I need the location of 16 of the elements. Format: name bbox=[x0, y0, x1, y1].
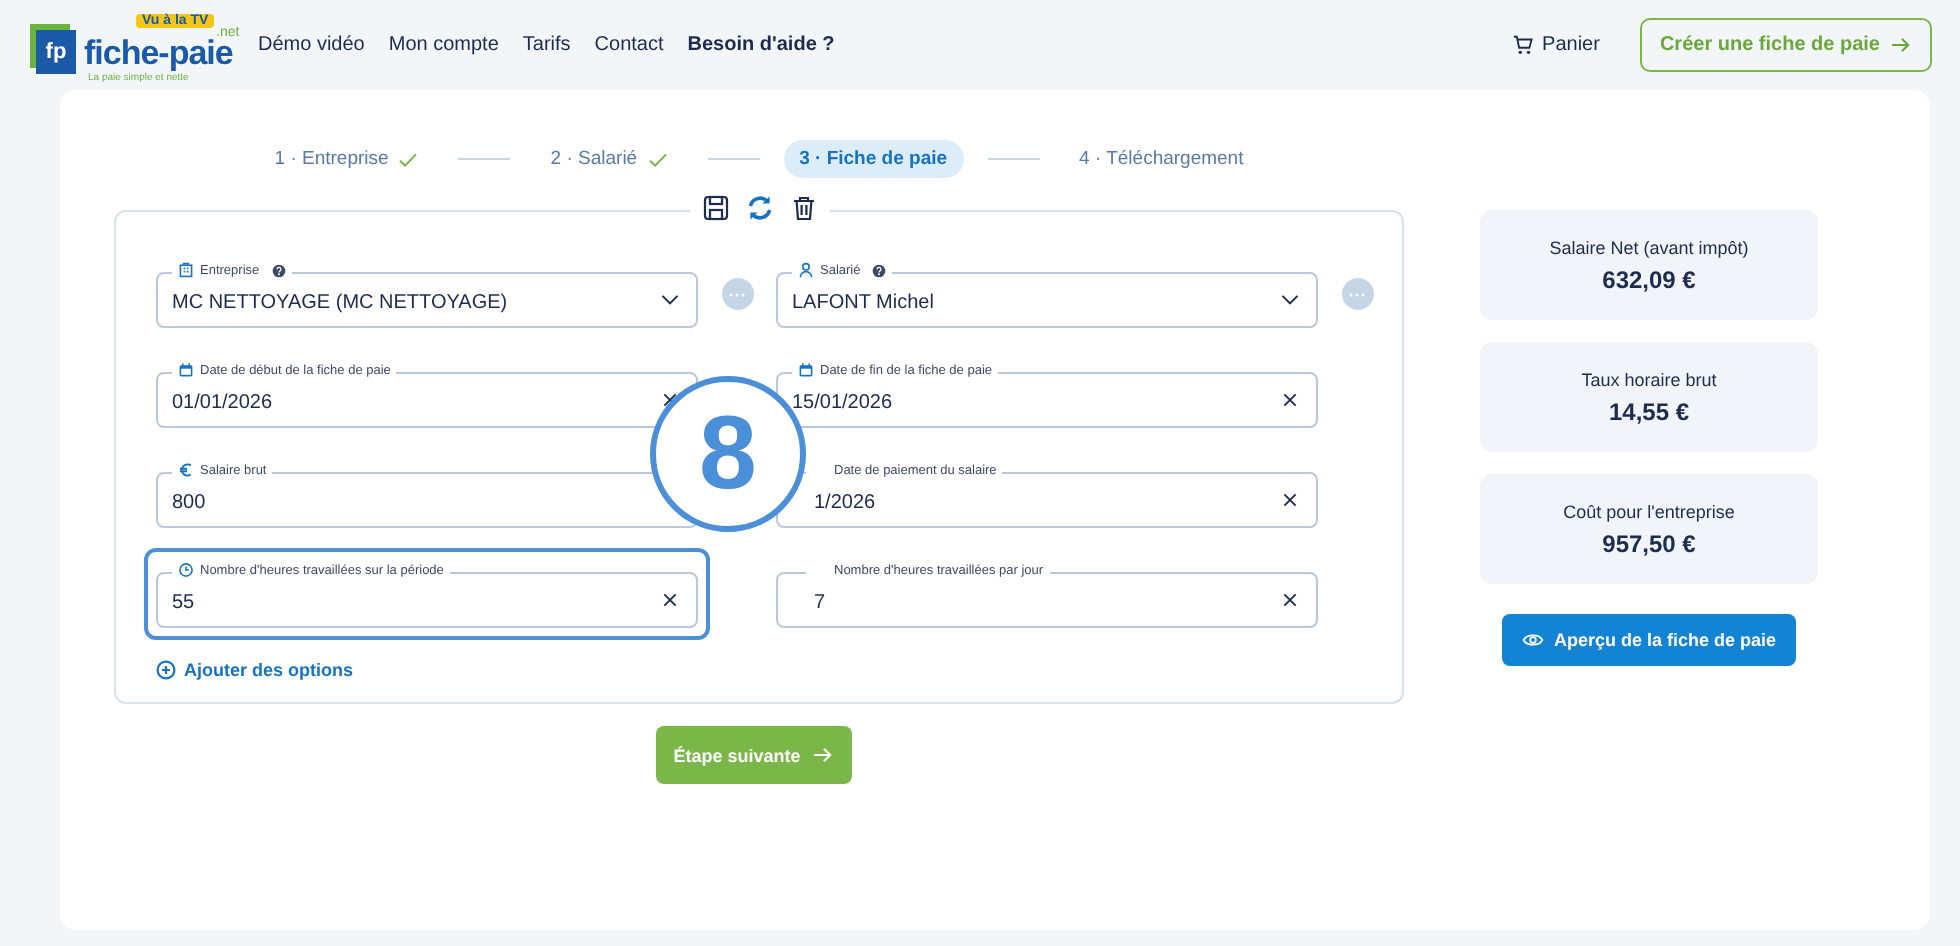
summary-value: 14,55 € bbox=[1608, 397, 1690, 425]
field-value: 15/01/2026 bbox=[792, 391, 895, 413]
field-value: 800 bbox=[172, 491, 208, 513]
field-value: 01/01/2026 bbox=[172, 391, 275, 413]
summary-label: Salaire Net (avant impôt) bbox=[1549, 237, 1749, 257]
summary-label: Coût pour l'entreprise bbox=[1563, 501, 1735, 521]
summary-value: 632,09 € bbox=[1602, 265, 1696, 293]
field-value: 55 bbox=[172, 591, 197, 613]
summary-label: Taux horaire brut bbox=[1581, 369, 1717, 389]
logo-name: fiche-paie bbox=[84, 33, 233, 72]
field-value: MC NETTOYAGE (MC NETTOYAGE) bbox=[172, 291, 510, 313]
summary-value: 957,50 € bbox=[1602, 529, 1696, 557]
field-value: 7 bbox=[814, 591, 828, 613]
logo-mark: fp bbox=[36, 29, 76, 73]
field-value: 1/2026 bbox=[814, 491, 878, 513]
field-value: LAFONT Michel bbox=[792, 291, 936, 313]
